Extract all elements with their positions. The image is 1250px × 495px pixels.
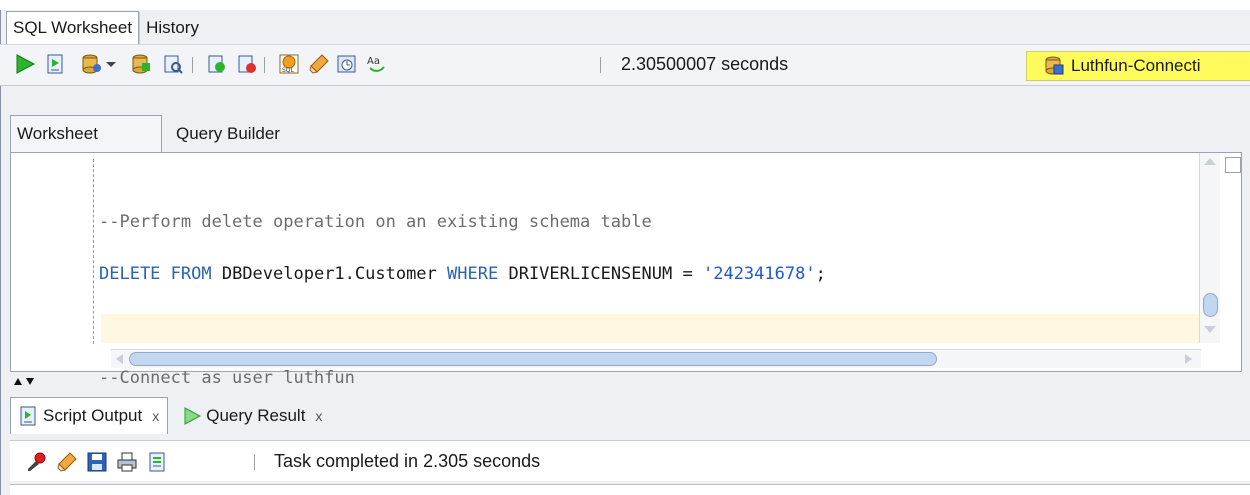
editor-tab-bar: Worksheet Query Builder <box>10 114 286 152</box>
open-script-icon[interactable] <box>144 449 170 475</box>
connection-name: Luthfun-Connecti <box>1071 56 1201 75</box>
autotrace-icon[interactable] <box>160 51 186 77</box>
sql-tuning-icon[interactable]: SQL <box>276 51 302 77</box>
code-line-4: --Connect as user luthfun <box>99 365 826 391</box>
toolbar-separator <box>600 57 601 73</box>
tab-query-builder[interactable]: Query Builder <box>162 116 286 152</box>
vertical-scrollbar[interactable] <box>1199 153 1220 343</box>
column-name: DRIVERLICENSENUM <box>508 264 673 284</box>
tab-worksheet[interactable]: Worksheet <box>10 115 162 152</box>
comment: --Perform delete operation on an existin… <box>99 212 652 232</box>
output-tab-bar: Script Output x Query Result x <box>10 394 330 434</box>
output-content-area <box>10 484 1250 495</box>
save-icon[interactable] <box>84 449 110 475</box>
pin-icon[interactable] <box>24 449 50 475</box>
sql-editor[interactable]: --Perform delete operation on an existin… <box>10 152 1242 388</box>
statement-terminator: ; <box>815 264 826 284</box>
elapsed-time: 2.30500007 seconds <box>621 54 789 74</box>
gutter-guide-line <box>93 159 94 344</box>
sql-history-icon[interactable] <box>334 51 360 77</box>
code-line-2: DELETE FROM DBDeveloper1.Customer WHERE … <box>99 261 826 287</box>
toolbar-separator <box>192 57 193 73</box>
tab-query-result[interactable]: Query Result x <box>174 398 330 434</box>
toolbar-separator <box>264 57 265 73</box>
clear-icon[interactable] <box>306 51 332 77</box>
dropdown-icon[interactable] <box>104 51 118 77</box>
database-connection-icon <box>1043 56 1065 76</box>
tab-label: Script Output <box>43 406 143 425</box>
unshared-sql-icon[interactable] <box>234 51 260 77</box>
tab-history[interactable]: History <box>139 12 205 44</box>
scroll-left-icon[interactable] <box>113 351 127 367</box>
horizontal-scrollbar[interactable] <box>111 349 1201 368</box>
splitter-up-icon <box>14 378 22 385</box>
worksheet-toolbar: SQL Aa 2.30500007 seconds Luthfun-Connec… <box>0 44 1250 86</box>
vertical-scroll-thumb[interactable] <box>1203 293 1218 317</box>
close-icon[interactable]: x <box>315 408 322 424</box>
comment: --Connect as user luthfun <box>99 368 355 388</box>
tab-sql-worksheet[interactable]: SQL Worksheet <box>6 11 140 44</box>
line-gutter <box>11 153 69 371</box>
rollback-icon[interactable] <box>128 51 154 77</box>
splitter-down-icon <box>26 378 34 385</box>
scroll-down-icon[interactable] <box>1200 323 1220 337</box>
output-toolbar: Task completed in 2.305 seconds <box>10 440 1250 481</box>
code-line-1: --Perform delete operation on an existin… <box>99 209 826 235</box>
query-result-icon <box>182 406 202 426</box>
string-literal: '242341678' <box>702 264 816 284</box>
tab-label: Query Result <box>206 406 306 425</box>
script-output-icon <box>19 406 39 426</box>
toolbar-separator <box>254 454 255 470</box>
task-status: Task completed in 2.305 seconds <box>274 451 541 471</box>
connection-selector[interactable]: Luthfun-Connecti <box>1026 51 1250 81</box>
svg-text:SQL: SQL <box>282 67 295 74</box>
operator: = <box>682 264 693 284</box>
close-icon[interactable]: x <box>152 408 159 424</box>
editor-corner-box <box>1225 157 1241 173</box>
commit-icon[interactable] <box>78 51 104 77</box>
clear-output-icon[interactable] <box>54 449 80 475</box>
run-script-icon[interactable] <box>42 51 68 77</box>
top-strip <box>0 0 1250 10</box>
keyword: WHERE <box>447 264 499 284</box>
explain-plan-icon[interactable] <box>204 51 230 77</box>
format-icon[interactable]: Aa <box>364 51 390 77</box>
worksheet-tab-bar: SQL Worksheet History <box>6 10 205 44</box>
scroll-right-icon[interactable] <box>1181 351 1195 367</box>
keyword: DELETE FROM <box>99 264 212 284</box>
table-name: DBDeveloper1.Customer <box>221 264 437 284</box>
tab-script-output[interactable]: Script Output x <box>10 397 169 434</box>
print-icon[interactable] <box>114 449 140 475</box>
run-statement-icon[interactable] <box>12 51 38 77</box>
panel-splitter[interactable] <box>10 374 50 386</box>
scroll-up-icon[interactable] <box>1200 155 1220 169</box>
svg-text:Aa: Aa <box>367 56 380 67</box>
horizontal-scroll-thumb[interactable] <box>129 352 937 366</box>
